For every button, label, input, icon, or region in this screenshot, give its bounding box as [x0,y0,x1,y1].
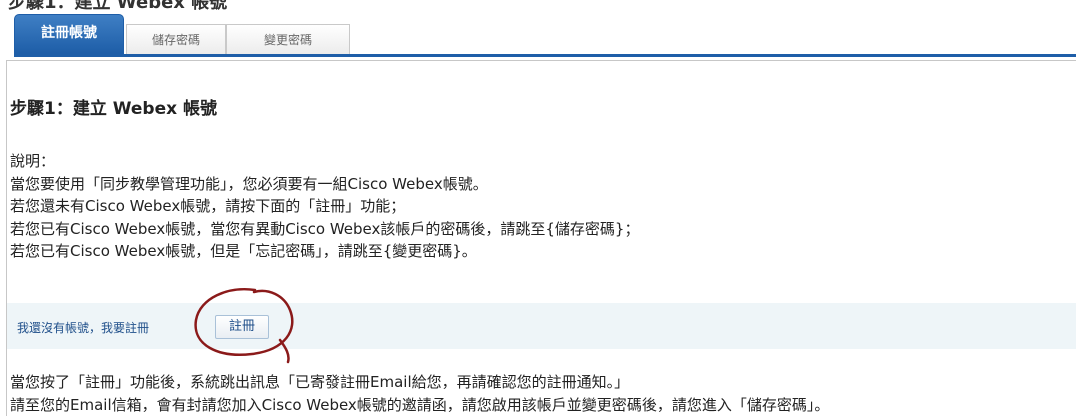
register-bar: 我還沒有帳號，我要註冊 註冊 [7,303,1076,349]
register-button[interactable]: 註冊 [215,315,269,339]
tab-change-password[interactable]: 變更密碼 [226,24,350,54]
after-instructions: 當您按了「註冊」功能後，系統跳出訊息「已寄發註冊Email給您，再請確認您的註冊… [10,371,829,416]
description-line: 若您已有Cisco Webex帳號，當您有異動Cisco Webex該帳戶的密碼… [10,219,640,238]
description-line: 若您還未有Cisco Webex帳號，請按下面的「註冊」功能； [10,197,406,215]
after-line: 請至您的Email信箱，會有封請您加入Cisco Webex帳號的邀請函，請您啟… [10,395,830,414]
tab-register-account[interactable]: 註冊帳號 [14,14,124,54]
cropped-header-text: 步驟1：建立 Webex 帳號 [8,0,227,10]
tab-save-password[interactable]: 儲存密碼 [126,24,226,54]
description-line: 說明： [10,152,56,170]
after-line: 當您按了「註冊」功能後，系統跳出訊息「已寄發註冊Email給您，再請確認您的註冊… [10,373,630,391]
register-prompt: 我還沒有帳號，我要註冊 [17,321,150,335]
description-line: 當您要使用「同步教學管理功能」，您必須要有一組Cisco Webex帳號。 [10,174,488,193]
step-title: 步驟1：建立 Webex 帳號 [10,99,218,119]
description-line: 若您已有Cisco Webex帳號，但是「忘記密碼」，請跳至{變更密碼}。 [10,242,477,260]
cropped-header-strip: 步驟1：建立 Webex 帳號 [0,0,1076,10]
description-block: 說明： 當您要使用「同步教學管理功能」，您必須要有一組Cisco Webex帳號… [10,150,639,263]
tab-underline [14,54,1076,57]
